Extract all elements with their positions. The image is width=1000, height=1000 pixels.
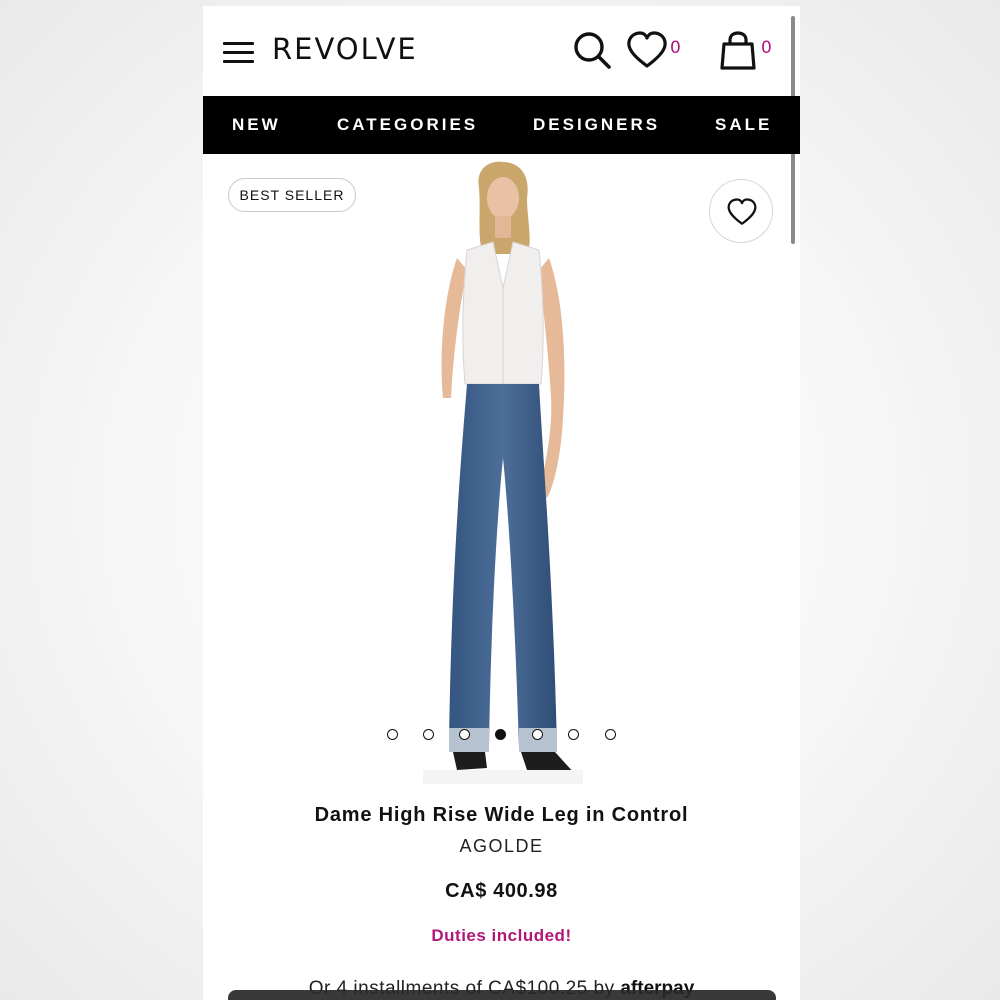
bottom-overlay-bar — [228, 990, 776, 1000]
product-price: CA$ 400.98 — [445, 880, 558, 902]
heart-outline-icon — [727, 198, 757, 225]
carousel-dot-active[interactable] — [495, 729, 506, 740]
main-nav: NEW CATEGORIES DESIGNERS SALE — [203, 96, 800, 154]
carousel-dot[interactable] — [568, 729, 579, 740]
carousel-dot[interactable] — [423, 729, 434, 740]
image-carousel-dots — [203, 729, 800, 743]
carousel-dot[interactable] — [532, 729, 543, 740]
product-photo[interactable] — [423, 158, 583, 798]
hamburger-menu-icon[interactable] — [223, 42, 255, 64]
best-seller-badge: BEST SELLER — [228, 178, 356, 212]
carousel-dot[interactable] — [605, 729, 616, 740]
revolve-logo[interactable]: REVOLVE — [272, 32, 418, 66]
phone-screen: REVOLVE 0 0 NEW CATEGORIES DESIGNERS SAL… — [203, 6, 800, 1000]
search-icon[interactable] — [572, 30, 614, 72]
heart-icon[interactable] — [626, 30, 668, 70]
nav-item-designers[interactable]: DESIGNERS — [533, 115, 660, 135]
wishlist-count: 0 — [670, 38, 681, 58]
shopping-bag-icon[interactable] — [718, 30, 758, 72]
duties-note: Duties included! — [431, 926, 572, 945]
nav-item-sale[interactable]: SALE — [715, 115, 772, 135]
carousel-dot[interactable] — [387, 729, 398, 740]
bag-count: 0 — [761, 38, 772, 58]
add-to-wishlist-button[interactable] — [709, 179, 773, 243]
carousel-dot[interactable] — [459, 729, 470, 740]
site-header: REVOLVE 0 0 — [203, 6, 800, 96]
product-title: Dame High Rise Wide Leg in Control — [314, 804, 689, 826]
nav-item-new[interactable]: NEW — [232, 115, 281, 135]
product-brand[interactable]: AGOLDE — [203, 836, 800, 857]
nav-item-categories[interactable]: CATEGORIES — [337, 115, 478, 135]
